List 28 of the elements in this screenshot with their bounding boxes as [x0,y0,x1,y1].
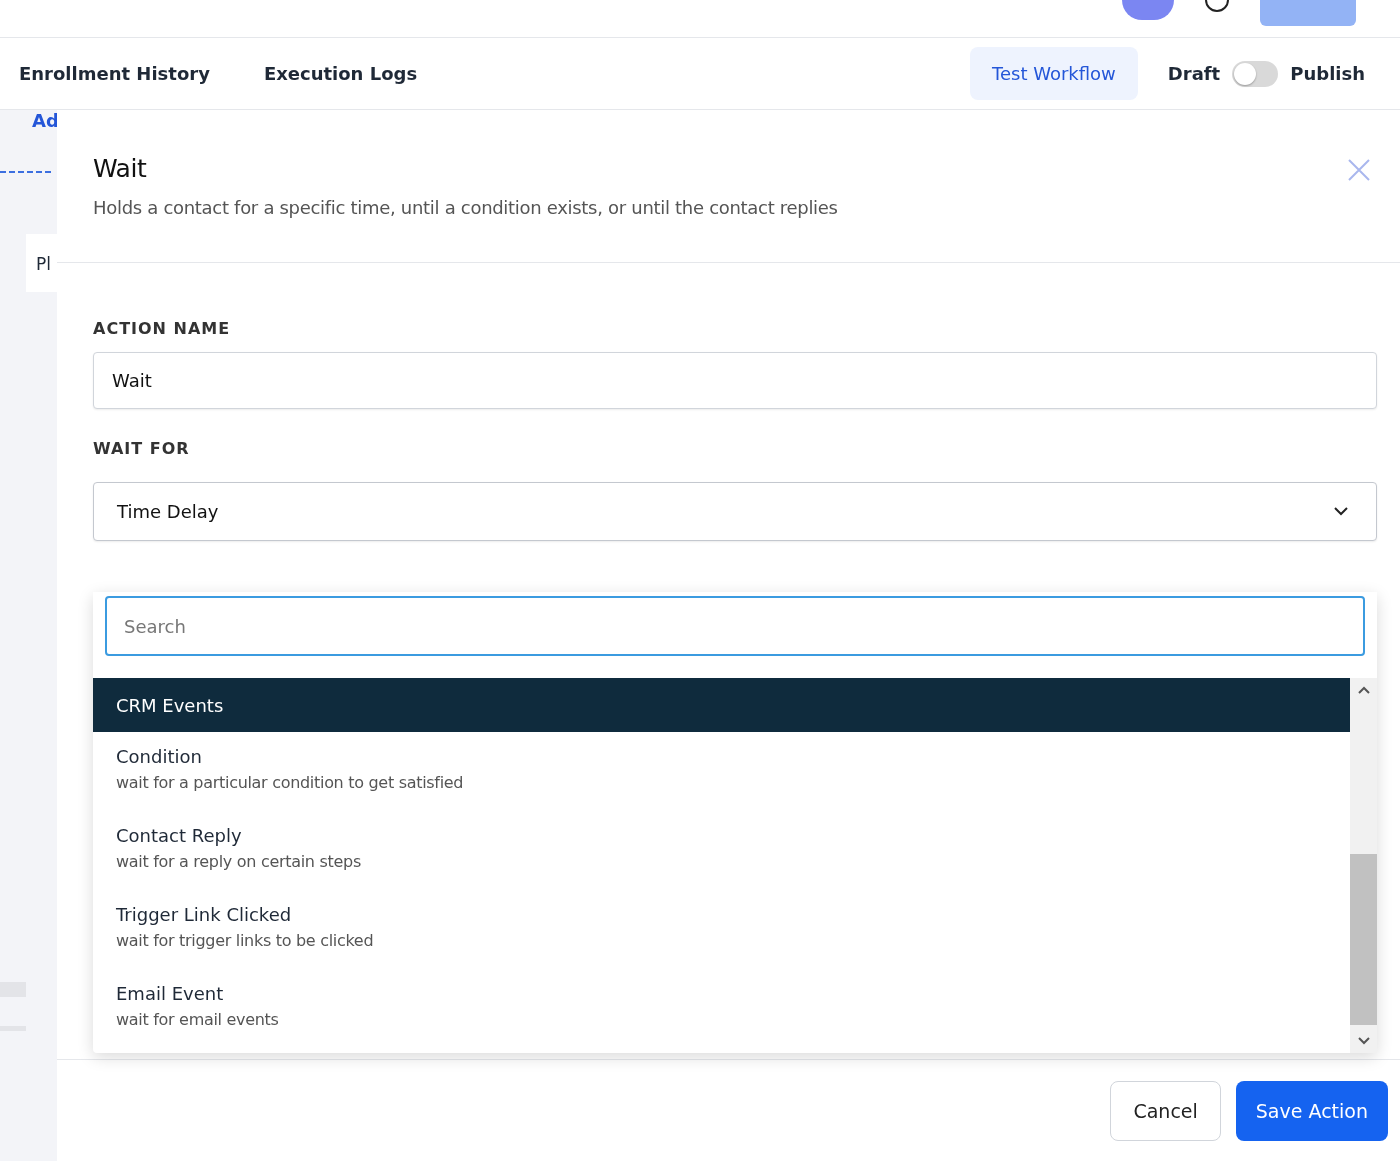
workflow-node[interactable]: Pl [26,234,57,292]
draft-label: Draft [1167,63,1221,84]
chevron-down-icon[interactable] [1357,1037,1370,1045]
panel-description: Holds a contact for a specific time, until a condition exists, or until the contact replies [93,197,839,218]
search-field[interactable]: Search [105,596,1365,656]
add-link[interactable]: Ad [32,110,57,131]
chevron-down-icon [1334,507,1348,516]
dropdown-option[interactable]: Contact Reply wait for a reply on certain steps [93,811,1350,890]
action-name-field[interactable]: Wait [93,352,1377,409]
avatar[interactable] [1122,0,1174,20]
panel-title: Wait [93,154,147,183]
dropdown-option[interactable]: Condition wait for a particular condition to get satisfied [93,732,1350,811]
chevron-up-icon[interactable] [1357,686,1370,694]
field-label: ACTION NAME [93,319,232,338]
publish-label: Publish [1290,63,1365,84]
tab[interactable]: Enrollment History [19,63,210,84]
cancel-button[interactable]: Cancel [1110,1080,1221,1141]
wait-for-select[interactable]: Time Delay [93,482,1377,541]
dropdown-option[interactable]: CRM Events [93,678,1350,732]
dropdown-option[interactable]: Trigger Link Clicked wait for trigger links to be clicked [93,890,1350,969]
dropdown-option[interactable]: Email Event wait for email events [93,969,1350,1048]
tab[interactable]: Execution Logs [263,63,418,84]
save-action-button[interactable]: Save Action [1235,1080,1388,1141]
test-workflow-button[interactable]: Test Workflow [970,47,1138,100]
field-label: WAIT FOR [93,439,191,458]
publish-toggle[interactable] [1232,60,1279,87]
close-icon[interactable] [1347,158,1371,182]
scrollbar[interactable] [1350,678,1377,1053]
